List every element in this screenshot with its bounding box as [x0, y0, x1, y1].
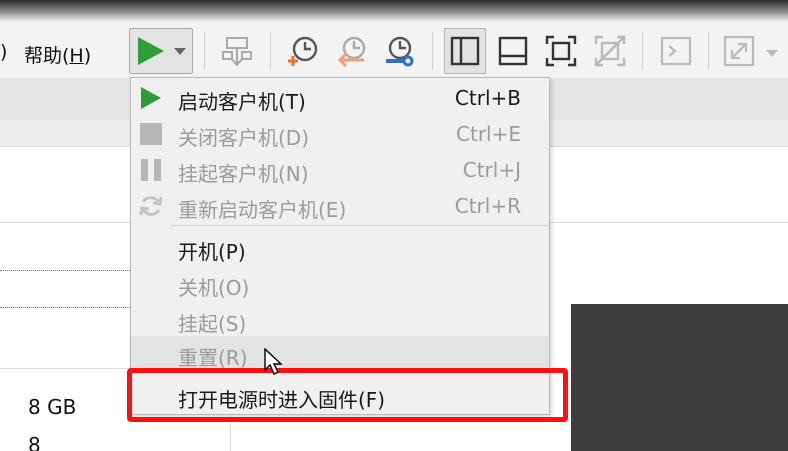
snapshot-revert-icon[interactable]: [334, 34, 368, 68]
stretch-guest-icon[interactable]: [722, 34, 756, 68]
send-ctrl-alt-del-icon[interactable]: [220, 34, 254, 68]
play-icon: [138, 37, 164, 65]
menu-item-restart-guest[interactable]: 重新启动客户机(E) Ctrl+R: [131, 188, 549, 224]
toolbar-separator: [432, 32, 433, 70]
snapshot-take-icon[interactable]: [286, 34, 320, 68]
toolbar-separator: [642, 32, 643, 70]
processor-value: 8: [28, 433, 41, 451]
mouse-cursor-icon: [264, 348, 283, 375]
menu-item-power-off[interactable]: 关机(O): [131, 266, 549, 302]
menu-item-suspend[interactable]: 挂起(S): [131, 302, 549, 338]
memory-value: 8 GB: [28, 395, 77, 419]
power-on-split-button[interactable]: [129, 28, 193, 74]
thumbnail-bar-icon[interactable]: [496, 34, 530, 68]
menu-item-start-guest[interactable]: 启动客户机(T) Ctrl+B: [131, 80, 549, 116]
toolbar: ) 帮助(H): [0, 22, 788, 78]
pause-icon: [141, 159, 161, 181]
divider: [0, 270, 130, 271]
divider: [0, 307, 130, 308]
menu-help[interactable]: 帮助(H): [24, 41, 91, 68]
menu-item-suspend-guest[interactable]: 挂起客户机(N) Ctrl+J: [131, 152, 549, 188]
unity-mode-icon[interactable]: [593, 34, 627, 68]
menu-item-power-on[interactable]: 开机(P): [131, 230, 549, 266]
vm-preview-thumbnail[interactable]: [571, 304, 788, 451]
console-view-icon[interactable]: [659, 34, 693, 68]
chevron-down-icon[interactable]: [174, 48, 186, 55]
toolbar-separator: [204, 32, 205, 70]
full-screen-icon[interactable]: [544, 34, 578, 68]
stop-icon: [140, 123, 162, 145]
toolbar-separator: [270, 32, 271, 70]
menu-separator: [171, 225, 549, 226]
toolbar-separator: [708, 32, 709, 70]
chevron-down-icon[interactable]: [766, 50, 778, 57]
window-top-strip: [0, 0, 788, 22]
menu-item-shutdown-guest[interactable]: 关闭客户机(D) Ctrl+E: [131, 116, 549, 152]
restart-icon: [139, 196, 163, 216]
highlight-box: [127, 368, 568, 422]
show-library-button[interactable]: [444, 28, 486, 74]
play-icon: [141, 87, 161, 109]
power-menu: 启动客户机(T) Ctrl+B 关闭客户机(D) Ctrl+E 挂起客户机(N)…: [130, 77, 550, 415]
snapshot-manager-icon[interactable]: [382, 34, 416, 68]
menu-edge-fragment: ): [0, 41, 8, 63]
library-panel-icon: [450, 36, 480, 66]
menu-item-reset[interactable]: 重置(R): [131, 336, 549, 372]
